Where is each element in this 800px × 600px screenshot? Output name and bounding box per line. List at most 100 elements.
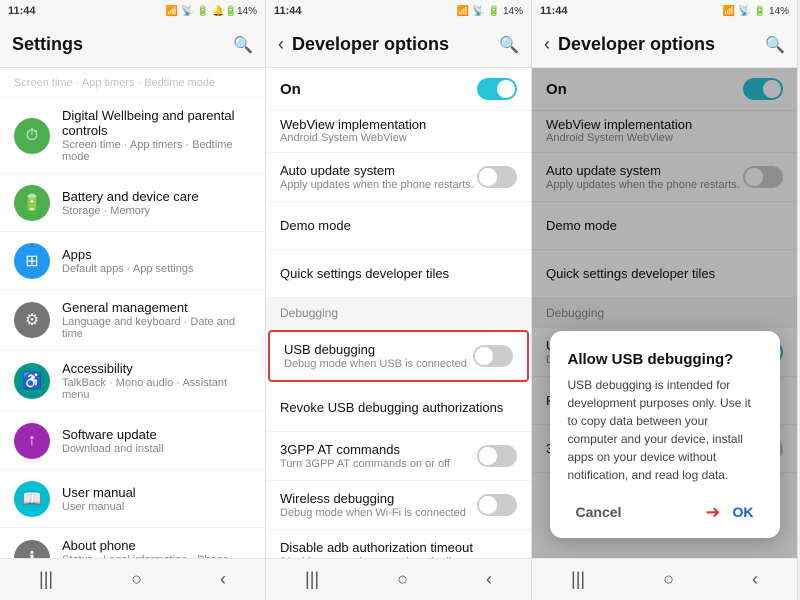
revoke-usb-title-2: Revoke USB debugging authorizations bbox=[280, 400, 503, 415]
settings-list: Screen time · App timers · Bedtime mode … bbox=[0, 68, 265, 558]
wireless-debug-sub-2: Debug mode when Wi-Fi is connected bbox=[280, 507, 466, 519]
sidebar-item-accessibility[interactable]: ♿ Accessibility TalkBack · Mono audio · … bbox=[0, 351, 265, 412]
status-icons-2: 📶 📡 🔋 14% bbox=[457, 6, 523, 17]
3gpp-title-2: 3GPP AT commands bbox=[280, 442, 450, 457]
3gpp-text-2: 3GPP AT commands Turn 3GPP AT commands o… bbox=[280, 442, 450, 470]
developer-options-title-3: Developer options bbox=[558, 34, 765, 55]
software-icon: ↑ bbox=[14, 423, 50, 459]
battery-text: Battery and device care Storage · Memory bbox=[62, 189, 199, 217]
apps-icon: ⊞ bbox=[14, 243, 50, 279]
software-text: Software update Download and install bbox=[62, 427, 164, 455]
signal-icon-2: 📶 bbox=[457, 6, 469, 17]
nav-recent-1[interactable]: ||| bbox=[39, 569, 53, 590]
debugging-section-2: Debugging bbox=[266, 298, 531, 328]
wireless-debug-toggle-2[interactable] bbox=[477, 494, 517, 516]
usb-debugging-item-2[interactable]: USB debugging Debug mode when USB is con… bbox=[268, 330, 529, 382]
status-bar-2: 11:44 📶 📡 🔋 14% bbox=[266, 0, 531, 22]
nav-home-3[interactable]: ○ bbox=[663, 569, 674, 590]
software-sub: Download and install bbox=[62, 443, 164, 455]
sidebar-item-digital-wellbeing[interactable]: ⏱ Digital Wellbeing and parental control… bbox=[0, 98, 265, 174]
nav-back-2[interactable]: ‹ bbox=[486, 569, 492, 590]
dialog-buttons: Cancel ➜ OK bbox=[568, 500, 762, 524]
sidebar-item-about[interactable]: ℹ About phone Status · Legal information… bbox=[0, 528, 265, 558]
sidebar-item-battery[interactable]: 🔋 Battery and device care Storage · Memo… bbox=[0, 174, 265, 232]
apps-text: Apps Default apps · App settings bbox=[62, 247, 193, 275]
general-text: General management Language and keyboard… bbox=[62, 300, 251, 340]
revoke-usb-item-2[interactable]: Revoke USB debugging authorizations bbox=[266, 384, 531, 432]
quick-settings-item-2[interactable]: Quick settings developer tiles bbox=[266, 250, 531, 298]
dialog-cancel-button[interactable]: Cancel bbox=[568, 500, 630, 524]
battery-pct-2: 14% bbox=[503, 6, 523, 17]
usb-debug-dialog: Allow USB debugging? USB debugging is in… bbox=[550, 331, 780, 538]
panel-developer-mid: 11:44 📶 📡 🔋 14% ‹ Developer options 🔍 On… bbox=[266, 0, 532, 600]
dialog-body: USB debugging is intended for developmen… bbox=[568, 376, 762, 484]
on-toggle-2[interactable] bbox=[477, 78, 517, 100]
status-icons-1: 📶 📡 🔋 🔔🔋14% bbox=[166, 6, 257, 17]
wifi-icon: 📡 bbox=[181, 6, 193, 17]
3gpp-sub-2: Turn 3GPP AT commands on or off bbox=[280, 458, 450, 470]
wifi-icon-3: 📡 bbox=[738, 6, 750, 17]
time-1: 11:44 bbox=[8, 5, 36, 17]
back-icon-2[interactable]: ‹ bbox=[278, 34, 284, 55]
developer-list-mid: On WebView implementation Android System… bbox=[266, 68, 531, 558]
developer-options-title-2: Developer options bbox=[292, 34, 499, 55]
usb-debugging-toggle-2[interactable] bbox=[473, 345, 513, 367]
sidebar-item-apps[interactable]: ⊞ Apps Default apps · App settings bbox=[0, 232, 265, 290]
time-2: 11:44 bbox=[274, 5, 302, 17]
webview-item-2[interactable]: WebView implementation Android System We… bbox=[266, 111, 531, 153]
3gpp-item-2[interactable]: 3GPP AT commands Turn 3GPP AT commands o… bbox=[266, 432, 531, 481]
wifi-icon-2: 📡 bbox=[472, 6, 484, 17]
search-icon-2[interactable]: 🔍 bbox=[499, 35, 519, 55]
nav-home-2[interactable]: ○ bbox=[397, 569, 408, 590]
auto-update-toggle-2[interactable] bbox=[477, 166, 517, 188]
top-bar-1: Settings 🔍 bbox=[0, 22, 265, 68]
manual-icon: 📖 bbox=[14, 481, 50, 517]
panel-settings: 11:44 📶 📡 🔋 🔔🔋14% Settings 🔍 Screen time… bbox=[0, 0, 266, 600]
status-icons-3: 📶 📡 🔋 14% bbox=[723, 6, 789, 17]
about-text: About phone Status · Legal information ·… bbox=[62, 538, 251, 558]
accessibility-sub: TalkBack · Mono audio · Assistant menu bbox=[62, 377, 251, 401]
revoke-usb-text-2: Revoke USB debugging authorizations bbox=[280, 400, 503, 415]
webview-sub-2: Android System WebView bbox=[280, 132, 517, 144]
search-icon-3[interactable]: 🔍 bbox=[765, 35, 785, 55]
nav-back-1[interactable]: ‹ bbox=[220, 569, 226, 590]
software-title: Software update bbox=[62, 427, 164, 442]
battery-pct-3: 14% bbox=[769, 6, 789, 17]
quick-settings-title-2: Quick settings developer tiles bbox=[280, 266, 449, 281]
wireless-debug-item-2[interactable]: Wireless debugging Debug mode when Wi-Fi… bbox=[266, 481, 531, 530]
demo-mode-item-2[interactable]: Demo mode bbox=[266, 202, 531, 250]
general-sub: Language and keyboard · Date and time bbox=[62, 316, 251, 340]
battery-sub: Storage · Memory bbox=[62, 205, 199, 217]
debugging-label-2: Debugging bbox=[280, 306, 338, 320]
search-icon-1[interactable]: 🔍 bbox=[233, 35, 253, 55]
wireless-debug-text-2: Wireless debugging Debug mode when Wi-Fi… bbox=[280, 491, 466, 519]
ok-arrow-icon: ➜ bbox=[705, 502, 720, 523]
status-bar-1: 11:44 📶 📡 🔋 🔔🔋14% bbox=[0, 0, 265, 22]
quick-settings-text-2: Quick settings developer tiles bbox=[280, 266, 449, 281]
back-icon-3[interactable]: ‹ bbox=[544, 34, 550, 55]
nav-recent-2[interactable]: ||| bbox=[305, 569, 319, 590]
dialog-ok-button[interactable]: OK bbox=[725, 500, 762, 524]
nav-back-3[interactable]: ‹ bbox=[752, 569, 758, 590]
signal-icon: 📶 bbox=[166, 6, 178, 17]
partial-sub: Screen time · App timers · Bedtime mode bbox=[14, 77, 215, 89]
time-3: 11:44 bbox=[540, 5, 568, 17]
on-label-2: On bbox=[280, 81, 301, 98]
dialog-title: Allow USB debugging? bbox=[568, 351, 762, 368]
dialog-overlay: Allow USB debugging? USB debugging is in… bbox=[532, 68, 797, 558]
3gpp-toggle-2[interactable] bbox=[477, 445, 517, 467]
nav-home-1[interactable]: ○ bbox=[131, 569, 142, 590]
sidebar-item-general[interactable]: ⚙ General management Language and keyboa… bbox=[0, 290, 265, 351]
battery-icon-1: 🔋 bbox=[197, 6, 209, 17]
wireless-debug-title-2: Wireless debugging bbox=[280, 491, 466, 506]
auto-update-item-2[interactable]: Auto update system Apply updates when th… bbox=[266, 153, 531, 202]
list-item-partial[interactable]: Screen time · App timers · Bedtime mode bbox=[0, 68, 265, 98]
settings-title: Settings bbox=[12, 34, 233, 55]
sidebar-item-manual[interactable]: 📖 User manual User manual bbox=[0, 470, 265, 528]
apps-title: Apps bbox=[62, 247, 193, 262]
general-title: General management bbox=[62, 300, 251, 315]
disable-adb-item-2[interactable]: Disable adb authorization timeout Disabl… bbox=[266, 530, 531, 558]
nav-recent-3[interactable]: ||| bbox=[571, 569, 585, 590]
usb-debugging-sub-2: Debug mode when USB is connected bbox=[284, 358, 467, 370]
sidebar-item-software[interactable]: ↑ Software update Download and install bbox=[0, 412, 265, 470]
